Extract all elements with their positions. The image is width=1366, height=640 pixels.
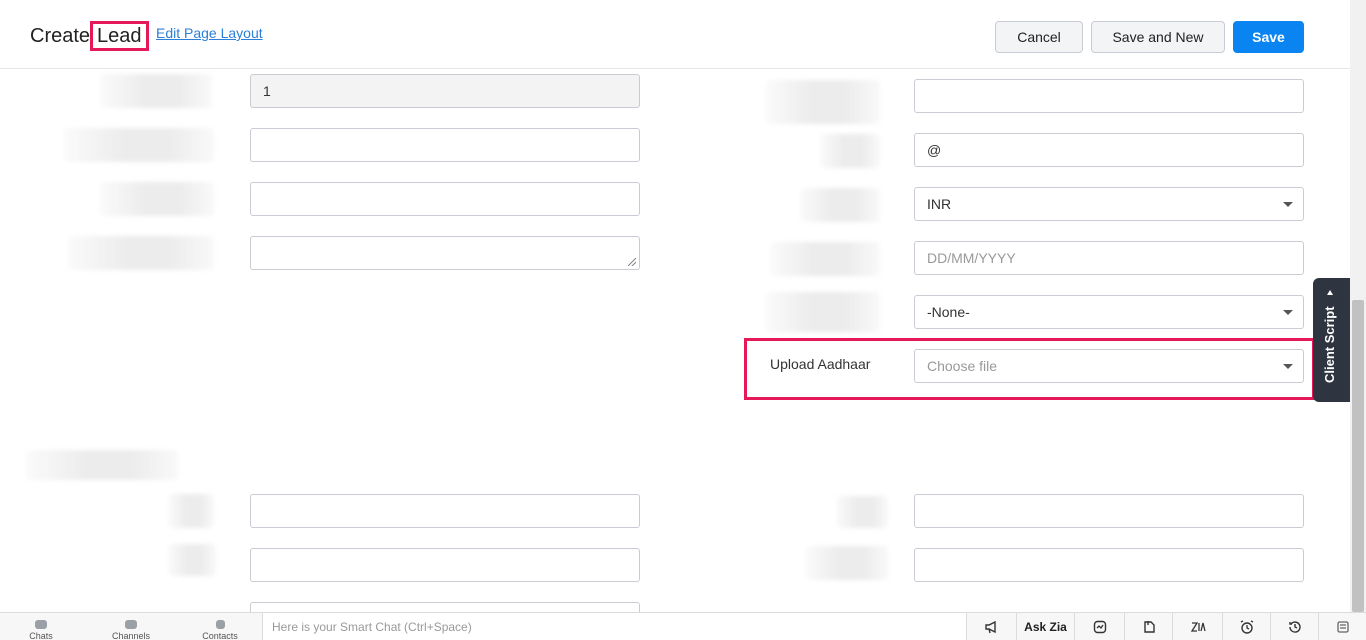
reminders-button[interactable] — [1222, 613, 1270, 640]
channels-label: Channels — [111, 631, 151, 640]
text-field[interactable] — [914, 79, 1304, 113]
chats-label: Chats — [29, 631, 53, 640]
field-label-blurred — [766, 292, 880, 332]
page-header: Create Lead Edit Page Layout Cancel Save… — [0, 0, 1350, 69]
edit-page-layout-link[interactable]: Edit Page Layout — [156, 25, 263, 41]
recent-items-button[interactable] — [1318, 613, 1366, 640]
chevron-down-icon — [1283, 310, 1293, 315]
zia-action-button[interactable] — [1074, 613, 1124, 640]
alarm-icon — [1240, 620, 1253, 634]
smart-chat-input[interactable]: Here is your Smart Chat (Ctrl+Space) — [262, 613, 966, 640]
email-field[interactable]: @ — [914, 133, 1304, 167]
create-lead-page: Create Lead Edit Page Layout Cancel Save… — [0, 0, 1366, 640]
date-field[interactable]: DD/MM/YYYY — [914, 241, 1304, 275]
megaphone-icon — [984, 620, 996, 634]
picklist-select[interactable]: -None- — [914, 295, 1304, 329]
group-icon — [125, 620, 137, 629]
field-label-blurred — [766, 80, 880, 124]
cancel-button[interactable]: Cancel — [995, 21, 1083, 53]
field-label-blurred — [64, 128, 214, 162]
text-field[interactable] — [250, 128, 640, 162]
field-placeholder: DD/MM/YYYY — [927, 250, 1016, 266]
channels-button[interactable]: Channels — [110, 613, 152, 640]
save-and-new-button[interactable]: Save and New — [1091, 21, 1225, 53]
field-label-blurred — [800, 188, 880, 222]
text-field[interactable] — [250, 548, 640, 582]
chat-bubble-icon — [35, 620, 47, 629]
client-script-label: Client Script — [1322, 306, 1337, 384]
history-icon — [1288, 621, 1301, 633]
field-value: -None- — [927, 304, 970, 320]
contacts-button[interactable]: Contacts — [200, 613, 240, 640]
caret-up-icon — [1327, 290, 1333, 295]
field-label-blurred — [820, 134, 880, 168]
text-field[interactable] — [250, 494, 640, 528]
title-prefix: Create — [30, 25, 91, 47]
scrollbar-thumb[interactable] — [1352, 300, 1364, 612]
title-module: Lead — [90, 21, 149, 51]
field-label-blurred — [770, 242, 880, 276]
history-button[interactable] — [1270, 613, 1318, 640]
field-placeholder: Choose file — [927, 358, 998, 374]
field-label-blurred — [168, 494, 214, 528]
page-title: Create Lead — [30, 21, 149, 51]
chevron-down-icon — [1283, 202, 1293, 207]
field-value: @ — [927, 142, 942, 158]
save-button[interactable]: Save — [1233, 21, 1304, 53]
person-icon — [215, 620, 225, 629]
field-label-blurred — [68, 236, 214, 270]
notes-tool-button[interactable] — [1124, 613, 1172, 640]
textarea-field[interactable] — [250, 236, 640, 270]
field-label-blurred — [806, 546, 888, 580]
text-field[interactable] — [914, 548, 1304, 582]
smart-chat-placeholder: Here is your Smart Chat (Ctrl+Space) — [272, 620, 472, 634]
currency-select[interactable]: INR — [914, 187, 1304, 221]
pen-icon — [1143, 621, 1155, 633]
field-value: INR — [927, 196, 952, 212]
ask-zia-label: Ask Zia — [1024, 620, 1067, 634]
field-value: 1 — [263, 83, 271, 99]
ask-zia-button[interactable]: Ask Zia — [1016, 613, 1074, 640]
zia-button[interactable] — [1172, 613, 1222, 640]
upload-aadhaar-label: Upload Aadhaar — [770, 356, 871, 372]
field-label-blurred — [100, 74, 212, 108]
field-label-blurred — [168, 544, 216, 576]
zia-logo-icon — [1190, 622, 1206, 632]
bottom-bar: Chats Channels Contacts Here is your Sma… — [0, 612, 1366, 640]
field-label-blurred — [836, 496, 888, 528]
upload-aadhaar-file-select[interactable]: Choose file — [914, 349, 1304, 383]
zia-icon — [1093, 620, 1106, 634]
text-field-readonly: 1 — [250, 74, 640, 108]
announcements-button[interactable] — [966, 613, 1016, 640]
section-heading-blurred — [26, 450, 178, 480]
text-field[interactable] — [250, 182, 640, 216]
notes-icon — [1336, 621, 1349, 633]
contacts-label: Contacts — [202, 631, 238, 640]
field-label-blurred — [100, 182, 214, 216]
chevron-down-icon — [1283, 364, 1293, 369]
text-field[interactable] — [914, 494, 1304, 528]
chats-button[interactable]: Chats — [28, 613, 54, 640]
